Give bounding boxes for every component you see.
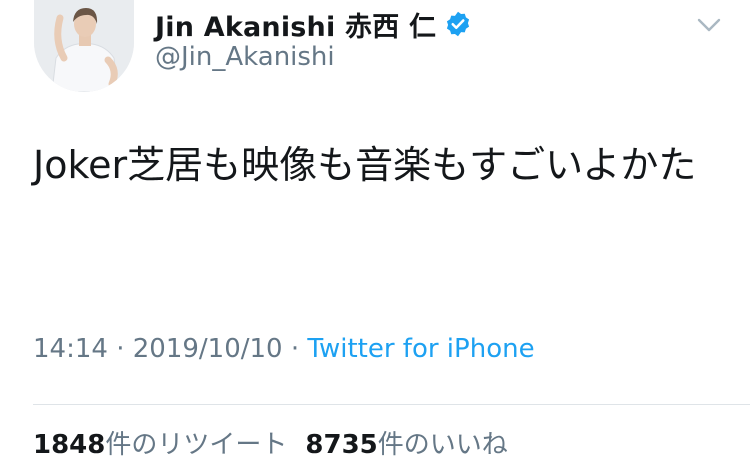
chevron-down-icon[interactable] xyxy=(694,12,724,38)
user-handle[interactable]: @Jin_Akanishi xyxy=(155,42,335,72)
name-row[interactable]: Jin Akanishi 赤西 仁 xyxy=(155,5,472,44)
avatar[interactable] xyxy=(34,0,134,92)
retweets-label: 件のリツイート xyxy=(105,430,288,460)
tweet-time: 14:14 xyxy=(33,334,108,364)
meta-separator: · xyxy=(107,334,133,364)
tweet-text: Joker芝居も映像も音楽もすごいよかた xyxy=(33,143,697,187)
divider xyxy=(33,404,750,405)
display-name[interactable]: Jin Akanishi 赤西 仁 xyxy=(155,5,436,44)
likes-count: 8735 xyxy=(305,430,378,460)
likes-label: 件のいいね xyxy=(377,430,508,460)
retweets-count: 1848 xyxy=(33,430,106,460)
retweets-stat[interactable]: 1848件のリツイート xyxy=(33,430,287,460)
meta-separator: · xyxy=(282,334,308,364)
tweet-source-link[interactable]: Twitter for iPhone xyxy=(307,334,534,364)
likes-stat[interactable]: 8735件のいいね xyxy=(305,430,507,460)
tweet-detail: Jin Akanishi 赤西 仁 @Jin_Akanishi Joker芝居も… xyxy=(0,0,750,468)
tweet-stats: 1848件のリツイート 8735件のいいね xyxy=(33,424,508,461)
verified-badge-icon xyxy=(444,10,472,38)
tweet-metadata: 14:14 · 2019/10/10 · Twitter for iPhone xyxy=(33,334,535,364)
tweet-date: 2019/10/10 xyxy=(132,334,283,364)
